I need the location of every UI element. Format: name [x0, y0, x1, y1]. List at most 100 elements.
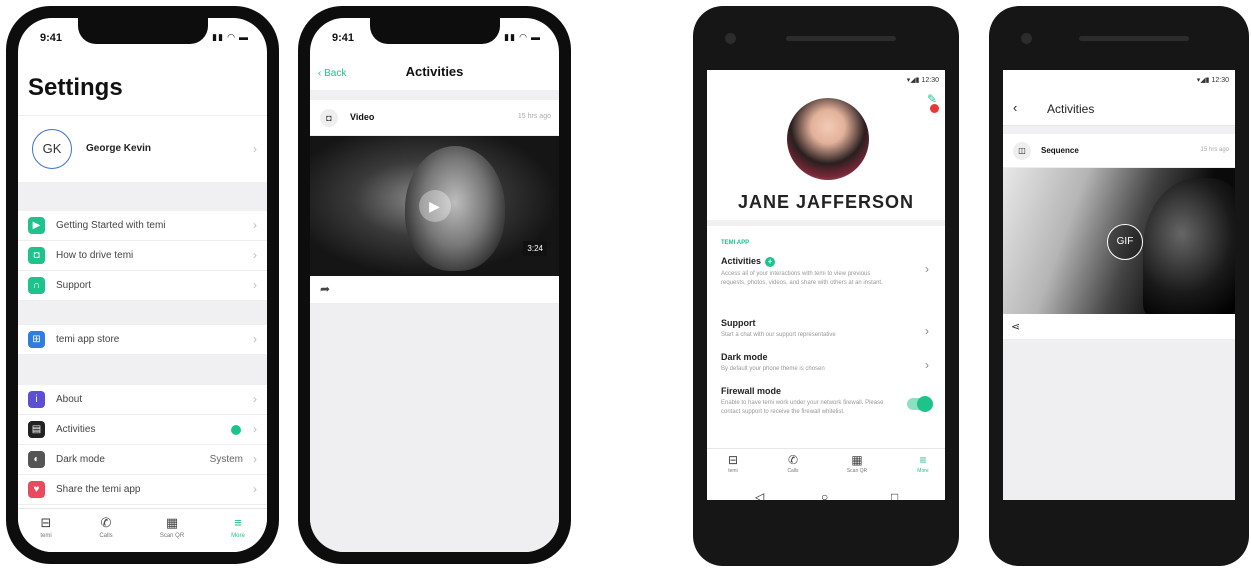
- android-activities: ▾◢▮ 12:30 ‹ Activities ◫ Sequence 15 hrs…: [989, 6, 1249, 566]
- menu-item-getting-started[interactable]: ▶ Getting Started with temi ›: [18, 211, 267, 241]
- menu-item-support[interactable]: ∩ Support ›: [18, 271, 267, 301]
- app-bar: ‹ Activities: [1003, 92, 1235, 126]
- tab-label: More: [231, 533, 245, 539]
- menu-item-support[interactable]: Support Start a chat with our support re…: [721, 318, 935, 340]
- speaker: [1079, 36, 1189, 41]
- section-divider: [1003, 126, 1235, 134]
- heart-icon: ♥: [28, 481, 45, 498]
- menu-item-label: Activities: [56, 424, 96, 435]
- menu-item-app-store[interactable]: ⊞ temi app store ›: [18, 325, 267, 355]
- video-duration: 3:24: [523, 241, 547, 256]
- status-time: 12:30: [1211, 77, 1229, 84]
- menu-item-about[interactable]: i About ›: [18, 385, 267, 415]
- section-divider: [18, 301, 267, 325]
- menu-item-firewall: Firewall mode Enable to have temi work u…: [721, 386, 935, 417]
- empty-area: [310, 304, 559, 552]
- info-icon: i: [28, 391, 45, 408]
- menu-item-share[interactable]: ♥ Share the temi app ›: [18, 475, 267, 505]
- share-row: ➦: [310, 276, 559, 304]
- home-circle-icon[interactable]: ○: [821, 490, 828, 500]
- menu-item-dark-mode[interactable]: Dark mode By default your phone theme is…: [721, 352, 935, 374]
- empty-area: [1003, 340, 1235, 500]
- page-title: Settings: [28, 74, 123, 101]
- status-time: 9:41: [40, 32, 63, 44]
- menu-item-how-to-drive[interactable]: ◘ How to drive temi ›: [18, 241, 267, 271]
- activity-title: Sequence: [1041, 146, 1079, 155]
- profile-name: George Kevin: [86, 143, 152, 154]
- menu-item-title: Activities: [721, 256, 762, 266]
- menu-item-title: Support: [721, 318, 756, 328]
- firewall-toggle[interactable]: [907, 396, 933, 412]
- menu-icon: ≡: [919, 453, 927, 467]
- status-bar: 9:41 ▮▮ ◠ ▬: [332, 32, 541, 46]
- temi-icon: ⊟: [727, 453, 739, 467]
- menu-item-label: Share the temi app: [56, 484, 141, 495]
- tab-scan-qr[interactable]: ▦ Scan QR: [152, 515, 192, 539]
- signal-battery-icon: ▾◢▮: [906, 77, 922, 84]
- qr-icon: ▦: [851, 453, 863, 467]
- chevron-left-icon: ‹: [318, 68, 322, 79]
- section-divider: [707, 220, 945, 226]
- menu-item-activities[interactable]: ▤ Activities ›: [18, 415, 267, 445]
- menu-item-desc: By default your phone theme is chosen: [721, 366, 825, 372]
- tab-calls[interactable]: ✆ Calls: [773, 453, 813, 474]
- avatar: GK: [32, 129, 72, 169]
- tab-label: temi: [40, 533, 52, 539]
- activity-time: 15 hrs ago: [1200, 147, 1229, 153]
- gif-badge[interactable]: GIF: [1107, 224, 1143, 260]
- play-icon[interactable]: ▶: [418, 190, 451, 222]
- chevron-right-icon: ›: [253, 278, 257, 292]
- signal-battery-icon: ▮▮ ◠ ▬: [212, 32, 249, 42]
- menu-item-label: Support: [56, 280, 92, 291]
- iphone-activities: 9:41 ▮▮ ◠ ▬ Activities ‹ Back ◘ Video 15…: [298, 6, 571, 564]
- menu-item-label: Getting Started with temi: [56, 220, 166, 231]
- tab-more[interactable]: ≡ More: [903, 453, 943, 474]
- chevron-right-icon: ›: [925, 358, 929, 372]
- tab-calls[interactable]: ✆ Calls: [86, 515, 126, 539]
- video-camera-icon: ◘: [28, 247, 45, 264]
- toggle-knob: [917, 396, 933, 412]
- gif-preview[interactable]: GIF: [1003, 168, 1235, 314]
- share-row: ⋖: [1003, 314, 1235, 340]
- menu-item-desc: Enable to have temi work under your netw…: [721, 400, 884, 415]
- activity-header: ◫ Sequence 15 hrs ago: [1003, 134, 1235, 168]
- share-icon[interactable]: ➦: [320, 282, 330, 296]
- tab-temi[interactable]: ⊟ temi: [713, 453, 753, 474]
- menu-item-dark-mode[interactable]: ◐ Dark mode System ›: [18, 445, 267, 475]
- tab-scan-qr[interactable]: ▦ Scan QR: [837, 453, 877, 474]
- page-title: Activities: [1047, 102, 1095, 116]
- tab-more[interactable]: ≡ More: [218, 515, 258, 539]
- tab-temi[interactable]: ⊟ temi: [26, 515, 66, 539]
- notification-badge: [930, 104, 939, 113]
- menu-icon: ≡: [234, 515, 242, 530]
- phone-icon: ✆: [787, 453, 799, 467]
- iphone-settings: 9:41 ▮▮ ◠ ▬ Settings GK George Kevin › ▶…: [6, 6, 279, 564]
- play-icon: ▶: [28, 217, 45, 234]
- speaker: [786, 36, 896, 41]
- video-camera-icon: ◘: [320, 109, 338, 127]
- back-triangle-icon[interactable]: ◁: [755, 490, 764, 500]
- page-title: Activities: [405, 64, 464, 79]
- back-button[interactable]: ‹ Back: [318, 68, 346, 79]
- chevron-right-icon: ›: [253, 218, 257, 232]
- chevron-right-icon: ›: [253, 392, 257, 406]
- gif-subject: [1143, 178, 1235, 314]
- chevron-right-icon: ›: [253, 452, 257, 466]
- back-arrow-icon[interactable]: ‹: [1013, 100, 1017, 115]
- profile-row[interactable]: GK George Kevin ›: [18, 115, 267, 183]
- tab-bar: ⊟ temi ✆ Calls ▦ Scan QR ≡ More: [18, 508, 267, 552]
- tab-label: Calls: [99, 533, 113, 539]
- share-icon[interactable]: ⋖: [1011, 320, 1020, 333]
- settings-screen: 9:41 ▮▮ ◠ ▬ Settings GK George Kevin › ▶…: [18, 18, 267, 552]
- menu-item-label: Dark mode: [56, 454, 105, 465]
- video-thumbnail[interactable]: ▶ 3:24: [310, 136, 559, 276]
- temi-icon: ⊟: [40, 515, 52, 530]
- recents-square-icon[interactable]: □: [891, 490, 898, 500]
- activities-screen: ▾◢▮ 12:30 ‹ Activities ◫ Sequence 15 hrs…: [1003, 70, 1235, 500]
- back-label: Back: [324, 68, 347, 79]
- camera: [725, 33, 736, 44]
- status-bar: 9:41 ▮▮ ◠ ▬: [40, 32, 249, 46]
- tab-label: Scan QR: [846, 468, 868, 474]
- menu-item-activities[interactable]: Activities + Access all of your interacti…: [721, 256, 935, 288]
- profile-name: JANE JAFFERSON: [737, 192, 915, 212]
